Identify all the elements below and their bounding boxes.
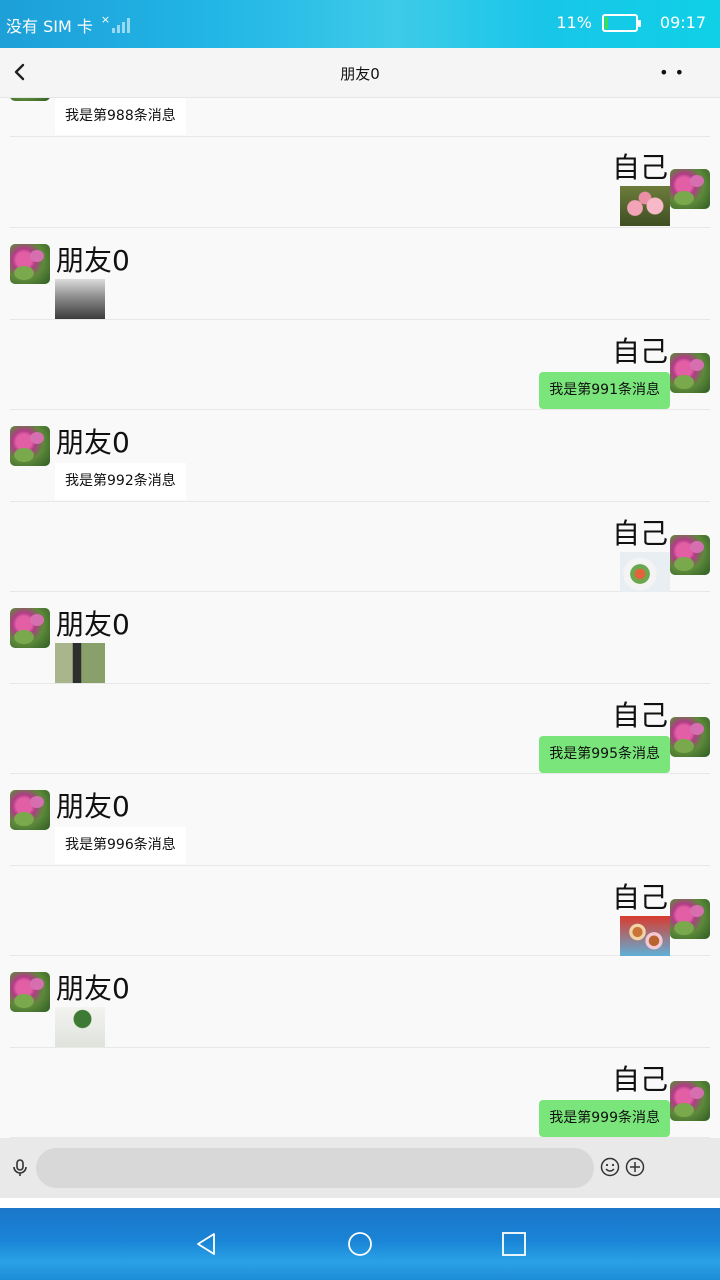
- friend-message: 朋友0我是第988条消息: [10, 98, 710, 137]
- sender-name: 自己: [611, 335, 668, 368]
- avatar[interactable]: [10, 98, 50, 101]
- sender-name: 朋友0: [56, 244, 130, 277]
- circle-home-icon[interactable]: [346, 1230, 374, 1258]
- spacer: [0, 1198, 720, 1208]
- plus-circle-icon[interactable]: [625, 1157, 645, 1177]
- avatar[interactable]: [10, 972, 50, 1012]
- signal-icon: [112, 17, 131, 33]
- friend-message: 朋友0: [10, 956, 710, 1048]
- self-message: 自己我是第991条消息: [10, 320, 710, 410]
- avatar[interactable]: [670, 169, 710, 209]
- self-message: 自己: [10, 866, 710, 956]
- green-plant-photo[interactable]: [55, 1007, 105, 1047]
- avatar[interactable]: [670, 899, 710, 939]
- sender-name: 自己: [611, 151, 668, 184]
- smiley-icon[interactable]: [600, 1157, 620, 1177]
- sender-name: 自己: [611, 517, 668, 550]
- carrier-text: 没有 SIM 卡: [6, 17, 93, 36]
- avatar[interactable]: [670, 717, 710, 757]
- square-recent-icon[interactable]: [500, 1230, 528, 1258]
- microphone-icon[interactable]: [10, 1158, 30, 1178]
- sender-name: 朋友0: [56, 426, 130, 459]
- self-message: 自己我是第999条消息: [10, 1048, 710, 1138]
- battery-level: [604, 16, 608, 29]
- sender-name: 自己: [611, 881, 668, 914]
- title-bar: 朋友0 ••: [0, 48, 720, 98]
- message-bubble[interactable]: 我是第996条消息: [55, 827, 186, 864]
- triangle-back-icon[interactable]: [192, 1230, 220, 1258]
- clock: 09:17: [659, 13, 706, 32]
- message-bubble[interactable]: 我是第999条消息: [539, 1100, 670, 1137]
- street-crowd-photo[interactable]: [55, 279, 105, 319]
- message-bubble[interactable]: 我是第995条消息: [539, 736, 670, 773]
- friend-message: 朋友0: [10, 228, 710, 320]
- friend-message: 朋友0: [10, 592, 710, 684]
- message-bubble[interactable]: 我是第991条消息: [539, 372, 670, 409]
- sender-name: 自己: [611, 1063, 668, 1096]
- sender-name: 自己: [611, 699, 668, 732]
- no-sim-icon: ×: [100, 12, 111, 26]
- self-message: 自己: [10, 502, 710, 592]
- self-message: 自己: [10, 136, 710, 228]
- status-bar: 没有 SIM 卡 × 11% 09:17: [0, 0, 720, 48]
- message-bubble[interactable]: 我是第992条消息: [55, 463, 186, 500]
- donuts-photo[interactable]: [620, 916, 670, 956]
- tea-table-photo[interactable]: [55, 643, 105, 683]
- friend-message: 朋友0 我是第996条消息: [10, 774, 710, 866]
- avatar[interactable]: [670, 353, 710, 393]
- avatar[interactable]: [670, 1081, 710, 1121]
- status-right: 11% 09:17: [556, 13, 706, 32]
- avatar[interactable]: [10, 790, 50, 830]
- pink-flowers-photo[interactable]: [620, 186, 670, 226]
- sender-name: 朋友0: [56, 972, 130, 1005]
- page-title: 朋友0: [340, 65, 380, 83]
- food-plate-photo[interactable]: [620, 552, 670, 592]
- avatar[interactable]: [670, 535, 710, 575]
- more-dots-icon[interactable]: ••: [659, 63, 690, 82]
- battery-icon: [601, 13, 641, 32]
- message-input[interactable]: [36, 1148, 594, 1188]
- chat-list[interactable]: 朋友0我是第988条消息自己朋友0自己我是第991条消息朋友0我是第992条消息…: [0, 98, 720, 1138]
- sender-name: 朋友0: [56, 790, 130, 823]
- message-bubble[interactable]: 我是第988条消息: [55, 98, 186, 135]
- battery-percent: 11%: [556, 13, 592, 32]
- friend-message: 朋友0 我是第992条消息: [10, 410, 710, 502]
- sender-name: 朋友0: [56, 608, 130, 641]
- status-left: 没有 SIM 卡 ×: [6, 12, 131, 37]
- navigation-bar: [0, 1208, 720, 1280]
- input-bar: [0, 1138, 720, 1198]
- avatar[interactable]: [10, 426, 50, 466]
- avatar[interactable]: [10, 608, 50, 648]
- avatar[interactable]: [10, 244, 50, 284]
- self-message: 自己我是第995条消息: [10, 684, 710, 774]
